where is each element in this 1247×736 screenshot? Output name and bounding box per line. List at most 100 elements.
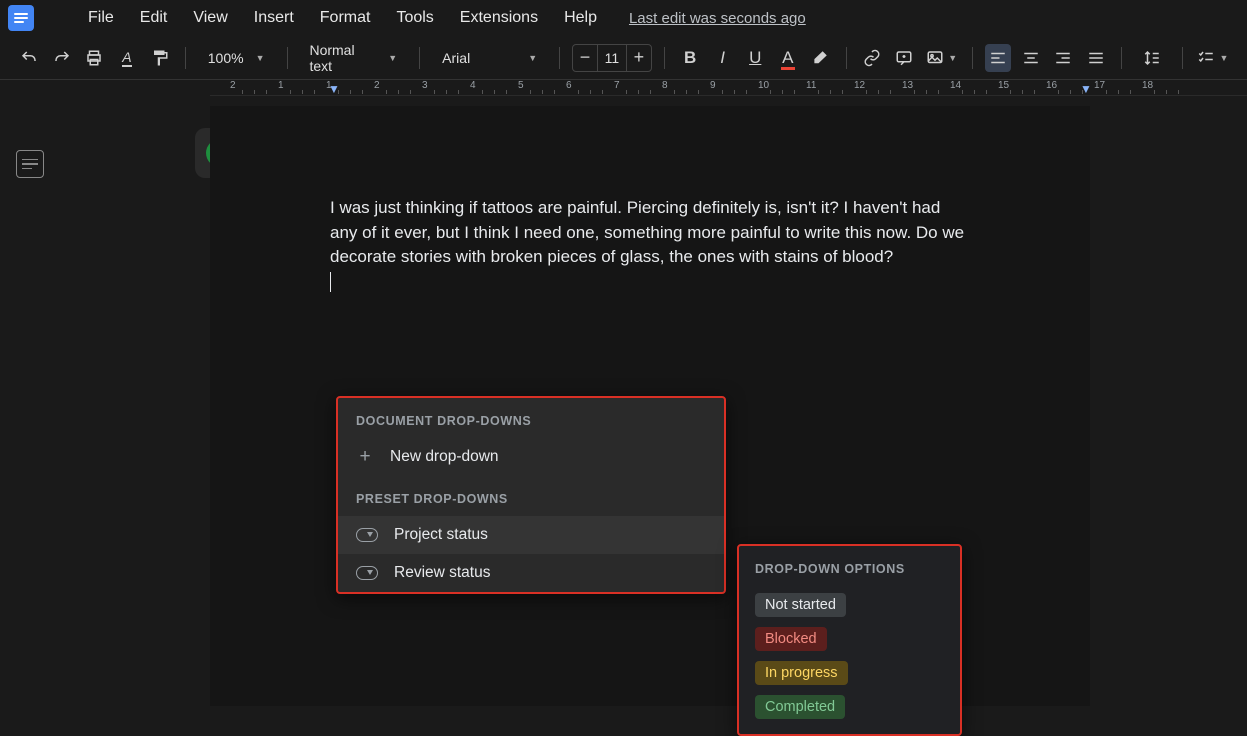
review-status-label: Review status	[394, 564, 490, 582]
caret-down-icon: ▼	[256, 53, 265, 63]
text-cursor	[330, 272, 331, 292]
ruler[interactable]: ▼ ▼ 21123456789101112131415161718	[210, 80, 1247, 96]
caret-down-icon: ▼	[1219, 53, 1228, 63]
ruler-tick: 18	[1142, 80, 1153, 91]
text-color-button[interactable]: A	[775, 44, 802, 72]
font-value: Arial	[442, 50, 470, 66]
caret-down-icon: ▼	[948, 53, 957, 63]
dropdown-section-preset: PRESET DROP-DOWNS	[338, 476, 724, 516]
separator	[846, 47, 847, 69]
underline-button[interactable]: U	[742, 44, 769, 72]
new-dropdown-item[interactable]: + New drop-down	[338, 438, 724, 476]
ruler-tick: 1	[326, 80, 332, 91]
paragraph-style-select[interactable]: Normal text ▼	[299, 44, 407, 72]
font-select[interactable]: Arial ▼	[432, 44, 547, 72]
align-right-button[interactable]	[1050, 44, 1077, 72]
ruler-tick: 14	[950, 80, 961, 91]
font-size-input[interactable]	[597, 45, 627, 71]
italic-button[interactable]: I	[709, 44, 736, 72]
zoom-select[interactable]: 100% ▼	[198, 44, 275, 72]
ruler-tick: 9	[710, 80, 716, 91]
document-body-text[interactable]: I was just thinking if tattoos are painf…	[330, 196, 970, 270]
menu-edit[interactable]: Edit	[128, 5, 180, 31]
menu-extensions[interactable]: Extensions	[448, 5, 550, 31]
separator	[664, 47, 665, 69]
options-title: DROP-DOWN OPTIONS	[739, 546, 960, 588]
preset-review-status-item[interactable]: Review status	[338, 554, 724, 592]
menu-insert[interactable]: Insert	[242, 5, 306, 31]
ruler-tick: 11	[806, 80, 816, 91]
checklist-button[interactable]: ▼	[1195, 44, 1231, 72]
dropdown-section-document: DOCUMENT DROP-DOWNS	[338, 398, 724, 438]
ruler-tick: 3	[422, 80, 428, 91]
highlight-button[interactable]	[807, 44, 834, 72]
decrease-font-size-button[interactable]: −	[573, 45, 597, 71]
ruler-tick: 10	[758, 80, 769, 91]
insert-link-button[interactable]	[859, 44, 886, 72]
work-area: ✓ I was just thinking if tattoos are pai…	[0, 96, 1247, 698]
separator	[972, 47, 973, 69]
style-value: Normal text	[309, 42, 376, 74]
ruler-tick: 15	[998, 80, 1009, 91]
new-dropdown-label: New drop-down	[390, 448, 499, 466]
option-completed[interactable]: Completed	[739, 690, 960, 724]
dropdown-chip-icon	[356, 528, 378, 542]
outline-toggle-button[interactable]	[16, 150, 44, 178]
menu-format[interactable]: Format	[308, 5, 383, 31]
separator	[1182, 47, 1183, 69]
align-justify-button[interactable]	[1082, 44, 1109, 72]
last-edit-link[interactable]: Last edit was seconds ago	[629, 10, 806, 27]
separator	[559, 47, 560, 69]
ruler-tick: 2	[230, 80, 236, 91]
option-blocked[interactable]: Blocked	[739, 622, 960, 656]
dropdown-insert-panel: DOCUMENT DROP-DOWNS + New drop-down PRES…	[336, 396, 726, 594]
menu-tools[interactable]: Tools	[384, 5, 445, 31]
ruler-tick: 16	[1046, 80, 1057, 91]
ruler-tick: 12	[854, 80, 865, 91]
option-in-progress[interactable]: In progress	[739, 656, 960, 690]
dropdown-chip-icon	[356, 566, 378, 580]
align-left-button[interactable]	[985, 44, 1012, 72]
undo-button[interactable]	[16, 44, 43, 72]
chip-blocked: Blocked	[755, 627, 827, 651]
ruler-tick: 1	[278, 80, 284, 91]
ruler-tick: 17	[1094, 80, 1105, 91]
docs-app-icon[interactable]	[8, 5, 34, 31]
project-status-label: Project status	[394, 526, 488, 544]
add-comment-button[interactable]	[891, 44, 918, 72]
separator	[185, 47, 186, 69]
plus-icon: +	[356, 448, 374, 466]
caret-down-icon: ▼	[528, 53, 537, 63]
line-spacing-button[interactable]	[1134, 44, 1170, 72]
separator	[287, 47, 288, 69]
increase-font-size-button[interactable]: +	[627, 45, 651, 71]
insert-image-button[interactable]: ▼	[924, 44, 960, 72]
menubar: File Edit View Insert Format Tools Exten…	[0, 0, 1247, 36]
toolbar: A 100% ▼ Normal text ▼ Arial ▼ − + B I U…	[0, 36, 1247, 80]
option-not-started[interactable]: Not started	[739, 588, 960, 622]
chip-completed: Completed	[755, 695, 845, 719]
ruler-tick: 6	[566, 80, 572, 91]
caret-down-icon: ▼	[388, 53, 397, 63]
redo-button[interactable]	[49, 44, 76, 72]
ruler-tick: 2	[374, 80, 380, 91]
ruler-tick: 5	[518, 80, 524, 91]
ruler-tick: 8	[662, 80, 668, 91]
spellcheck-button[interactable]: A	[114, 44, 141, 72]
dropdown-options-panel: DROP-DOWN OPTIONS Not started Blocked In…	[737, 544, 962, 736]
menu-file[interactable]: File	[76, 5, 126, 31]
separator	[1121, 47, 1122, 69]
ruler-tick: 4	[470, 80, 476, 91]
separator	[419, 47, 420, 69]
paint-format-button[interactable]	[146, 44, 173, 72]
bold-button[interactable]: B	[677, 44, 704, 72]
menu-help[interactable]: Help	[552, 5, 609, 31]
font-size-group: − +	[572, 44, 652, 72]
menu-view[interactable]: View	[181, 5, 239, 31]
zoom-value: 100%	[208, 50, 244, 66]
print-button[interactable]	[81, 44, 108, 72]
left-rail	[0, 96, 60, 698]
ruler-tick: 7	[614, 80, 620, 91]
align-center-button[interactable]	[1017, 44, 1044, 72]
preset-project-status-item[interactable]: Project status	[338, 516, 724, 554]
